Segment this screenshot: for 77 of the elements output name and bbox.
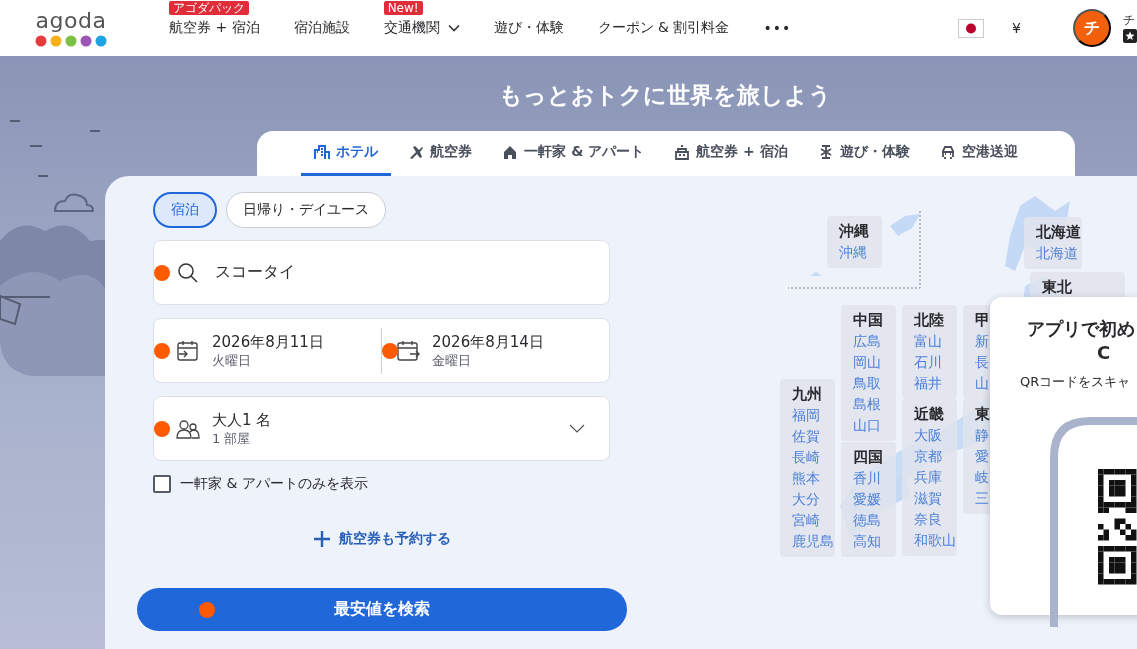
prefecture-link[interactable]: 山口 <box>853 415 896 436</box>
tab[interactable]: 一軒家 & アパート <box>489 131 658 176</box>
nav-badge: New! <box>383 1 423 15</box>
popup-title: C <box>1096 341 1112 365</box>
region-name[interactable]: 中国 <box>853 310 896 331</box>
stay-type-toggle[interactable]: 宿泊 <box>153 192 217 228</box>
region-name[interactable]: 沖縄 <box>839 221 882 242</box>
checkbox[interactable] <box>153 475 171 493</box>
logo-dots-icon <box>35 34 107 47</box>
nav-link[interactable]: 宿泊施設 <box>293 19 350 37</box>
caret-icon <box>447 24 460 32</box>
popup-title: アプリで初め <box>1027 317 1136 341</box>
checkbox-label: 一軒家 & アパートのみを表示 <box>180 475 368 493</box>
guests-field[interactable]: 大人1 名 1 部屋 <box>153 396 610 461</box>
avatar[interactable]: チ <box>1073 9 1111 47</box>
nav-link[interactable]: ••• <box>763 20 792 36</box>
prefecture-link[interactable]: 京都 <box>914 446 957 467</box>
logo[interactable]: agoda <box>35 9 107 32</box>
house-icon <box>502 144 519 160</box>
region-name[interactable]: 近畿 <box>914 404 957 425</box>
destination-value: スコータイ <box>215 262 295 283</box>
prefecture-link[interactable]: 鳥取 <box>853 373 896 394</box>
search-button[interactable]: 最安値を検索 <box>137 588 627 631</box>
prefecture-link[interactable]: 沖縄 <box>839 242 882 263</box>
prefecture-link[interactable]: 宮崎 <box>792 510 835 531</box>
stay-type-toggle[interactable]: 日帰り・デイユース <box>226 192 386 228</box>
prefecture-link[interactable]: 福井 <box>914 373 957 394</box>
prefecture-link[interactable]: 大分 <box>792 489 835 510</box>
add-flight-link[interactable]: 航空券も予約する <box>306 529 457 549</box>
headline: もっとおトクに世界を旅しよう <box>498 81 832 110</box>
tab[interactable]: 航空券 <box>395 131 486 176</box>
flag-icon <box>958 18 985 38</box>
prefecture-link[interactable]: 香川 <box>853 468 896 489</box>
adults-text: 大人1 名 <box>212 409 272 430</box>
prefecture-link[interactable]: 徳島 <box>853 510 896 531</box>
prefecture-link[interactable]: 兵庫 <box>914 467 957 488</box>
nav-link[interactable]: 航空券 + 宿泊 <box>169 19 260 37</box>
rooms-text: 1 部屋 <box>212 429 252 448</box>
region-name[interactable]: 北陸 <box>914 310 957 331</box>
prefecture-link[interactable]: 石川 <box>914 352 957 373</box>
car-icon <box>939 144 956 160</box>
region-name[interactable]: 北海道 <box>1036 222 1082 243</box>
prefecture-link[interactable]: 高知 <box>853 531 896 552</box>
popup-text: QRコードをスキャ <box>1020 373 1132 391</box>
prefecture-link[interactable]: 島根 <box>853 394 896 415</box>
prefecture-link[interactable]: 長崎 <box>792 447 835 468</box>
prefecture-link[interactable]: 熊本 <box>792 468 835 489</box>
prefecture-link[interactable]: 富山 <box>914 331 957 352</box>
tab[interactable]: 空港送迎 <box>926 131 1031 176</box>
user-name: チ <box>1123 13 1136 27</box>
prefecture-link[interactable]: 北海道 <box>1036 243 1082 264</box>
prefecture-link[interactable]: 和歌山 <box>914 530 957 551</box>
plus-icon <box>312 530 331 548</box>
nav-badge: アゴダパック <box>169 1 249 15</box>
tab[interactable]: 航空券 + 宿泊 <box>661 131 801 176</box>
nav-link[interactable]: 交通機関 <box>383 19 460 37</box>
prefecture-link[interactable]: 福岡 <box>792 405 835 426</box>
prefecture-link[interactable]: 佐賀 <box>792 426 835 447</box>
currency-button[interactable]: ¥ <box>1012 20 1021 36</box>
prefecture-link[interactable]: 岡山 <box>853 352 896 373</box>
people-icon <box>176 417 200 440</box>
prefecture-link[interactable]: 愛媛 <box>853 489 896 510</box>
prefecture-link[interactable]: 奈良 <box>914 509 957 530</box>
nav-link[interactable]: クーポン & 割引料金 <box>597 19 730 37</box>
prefecture-link[interactable]: 鹿児島 <box>792 531 835 552</box>
nav-link[interactable]: 遊び・体験 <box>493 19 564 37</box>
hotel-icon <box>314 144 331 160</box>
prefecture-link[interactable]: 大阪 <box>914 425 957 446</box>
region-name[interactable]: 東北 <box>1042 277 1125 298</box>
search-icon <box>177 261 199 284</box>
destination-field[interactable]: スコータイ <box>153 240 610 305</box>
prefecture-link[interactable]: 滋賀 <box>914 488 957 509</box>
prefecture-link[interactable]: 広島 <box>853 331 896 352</box>
region-name[interactable]: 四国 <box>853 447 896 468</box>
chevron-icon <box>569 423 585 434</box>
tab[interactable]: 遊び・体験 <box>804 131 923 176</box>
region-name[interactable]: 九州 <box>792 384 835 405</box>
